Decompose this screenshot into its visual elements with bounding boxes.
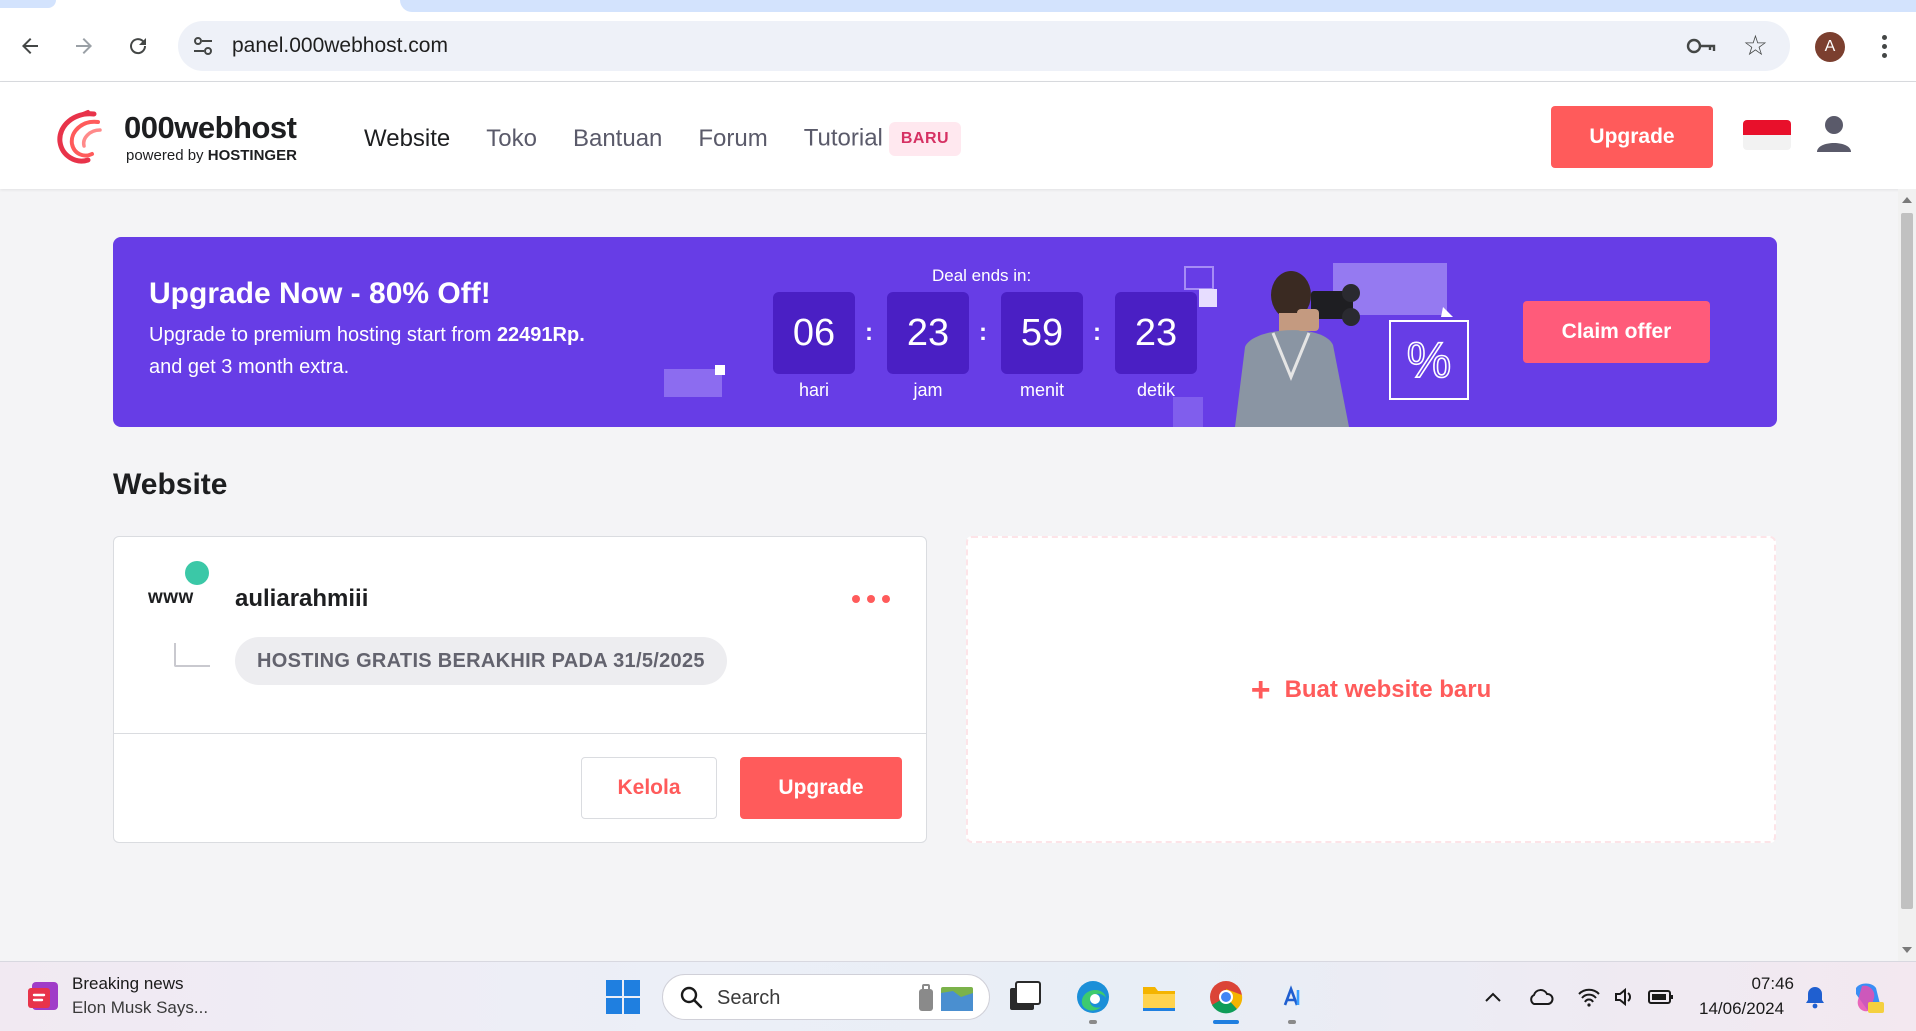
scroll-thumb[interactable] bbox=[1901, 213, 1913, 909]
www-icon: www bbox=[148, 587, 194, 608]
banner-description: Upgrade to premium hosting start from 22… bbox=[149, 324, 585, 378]
taskbar-search[interactable]: Search bbox=[662, 974, 990, 1020]
edge-running-indicator bbox=[1089, 1020, 1097, 1024]
countdown-minutes: 59 bbox=[1001, 292, 1083, 374]
active-tab-edge bbox=[0, 0, 56, 8]
search-icon bbox=[680, 986, 703, 1009]
decorative-square bbox=[664, 369, 722, 397]
chrome-active-indicator bbox=[1213, 1020, 1239, 1024]
countdown-days-label: hari bbox=[798, 380, 829, 400]
ai-app-running-indicator bbox=[1288, 1020, 1296, 1024]
more-options-icon[interactable] bbox=[852, 595, 890, 603]
password-key-icon[interactable] bbox=[1686, 33, 1716, 59]
windows-start-icon[interactable] bbox=[606, 980, 640, 1014]
show-hidden-icons-chevron-icon[interactable] bbox=[1480, 984, 1506, 1010]
nav-tutorial[interactable]: Tutorial BARU bbox=[804, 122, 962, 156]
hosting-status-badge: HOSTING GRATIS BERAKHIR PADA 31/5/2025 bbox=[235, 637, 727, 685]
countdown-hours: 23 bbox=[887, 292, 969, 374]
clock-date[interactable]: 14/06/2024 bbox=[1699, 999, 1784, 1019]
search-highlight-icon bbox=[919, 984, 973, 1011]
plus-icon: + bbox=[1250, 670, 1271, 709]
notification-bell-icon[interactable] bbox=[1802, 984, 1828, 1010]
promo-banner: Upgrade Now - 80% Off! Upgrade to premiu… bbox=[113, 237, 1777, 427]
countdown-hours-label: jam bbox=[913, 380, 943, 400]
task-view-icon[interactable] bbox=[1006, 978, 1044, 1016]
reload-icon[interactable] bbox=[122, 30, 154, 62]
percent-glyph: % bbox=[1407, 332, 1451, 388]
edge-browser-icon[interactable] bbox=[1074, 978, 1112, 1016]
card-divider bbox=[114, 733, 926, 734]
countdown-days: 06 bbox=[773, 292, 855, 374]
scroll-up-arrow-icon[interactable] bbox=[1902, 197, 1912, 203]
manage-button[interactable]: Kelola bbox=[581, 757, 717, 819]
battery-icon[interactable] bbox=[1648, 984, 1674, 1010]
banner-title: Upgrade Now - 80% Off! bbox=[149, 277, 491, 310]
decorative-dot bbox=[715, 365, 725, 375]
page-scrollbar[interactable] bbox=[1898, 189, 1916, 961]
nav-tutorial-label[interactable]: Tutorial bbox=[804, 124, 883, 151]
user-account-icon[interactable] bbox=[1815, 114, 1853, 154]
countdown-separator: : bbox=[865, 319, 873, 346]
address-bar[interactable]: panel.000webhost.com ☆ bbox=[178, 21, 1790, 71]
scroll-down-arrow-icon[interactable] bbox=[1902, 947, 1912, 953]
main-nav: Website Toko Bantuan Forum Tutorial BARU bbox=[364, 122, 962, 156]
nav-toko[interactable]: Toko bbox=[486, 125, 537, 153]
url-text[interactable]: panel.000webhost.com bbox=[232, 34, 448, 58]
claim-offer-button[interactable]: Claim offer bbox=[1523, 301, 1710, 363]
countdown-separator: : bbox=[1093, 319, 1101, 346]
site-info-icon[interactable] bbox=[192, 35, 214, 57]
wifi-icon[interactable] bbox=[1576, 984, 1602, 1010]
volume-icon[interactable] bbox=[1612, 984, 1638, 1010]
onedrive-cloud-icon[interactable] bbox=[1528, 984, 1554, 1010]
back-icon[interactable] bbox=[14, 30, 46, 62]
website-card: www auliarahmiii HOSTING GRATIS BERAKHIR… bbox=[113, 536, 927, 843]
deal-ends-label: Deal ends in: bbox=[932, 266, 1032, 285]
logo-subtitle: powered by HOSTINGER bbox=[126, 147, 297, 164]
site-header: 000webhost powered by HOSTINGER Website … bbox=[0, 82, 1916, 189]
tab-strip bbox=[400, 0, 1916, 12]
chrome-icon[interactable] bbox=[1207, 978, 1245, 1016]
browser-toolbar: panel.000webhost.com ☆ A bbox=[0, 0, 1916, 82]
indonesia-flag-icon[interactable] bbox=[1743, 120, 1791, 150]
nav-forum[interactable]: Forum bbox=[698, 125, 767, 153]
news-widget-icon[interactable] bbox=[26, 978, 62, 1014]
copilot-icon[interactable] bbox=[1850, 980, 1886, 1016]
create-website-label[interactable]: Buat website baru bbox=[1285, 676, 1492, 704]
bookmark-star-icon[interactable]: ☆ bbox=[1743, 29, 1768, 62]
news-subtitle[interactable]: Elon Musk Says... bbox=[72, 998, 208, 1018]
nav-bantuan[interactable]: Bantuan bbox=[573, 125, 662, 153]
status-online-indicator bbox=[185, 561, 209, 585]
create-website-card[interactable]: + Buat website baru bbox=[966, 536, 1776, 843]
logo[interactable]: 000webhost powered by HOSTINGER bbox=[54, 108, 314, 168]
header-upgrade-button[interactable]: Upgrade bbox=[1551, 106, 1713, 168]
news-headline[interactable]: Breaking news bbox=[72, 974, 184, 994]
countdown-minutes-label: menit bbox=[1019, 380, 1064, 400]
profile-avatar[interactable]: A bbox=[1815, 32, 1845, 62]
tree-connector bbox=[174, 643, 210, 667]
section-title: Website bbox=[113, 468, 228, 501]
file-explorer-icon[interactable] bbox=[1140, 978, 1178, 1016]
logo-mark-icon bbox=[57, 110, 102, 164]
forward-icon[interactable] bbox=[68, 30, 100, 62]
website-name[interactable]: auliarahmiii bbox=[235, 585, 368, 613]
new-badge: BARU bbox=[888, 122, 962, 156]
nav-website[interactable]: Website bbox=[364, 125, 450, 153]
ai-app-icon[interactable] bbox=[1273, 978, 1311, 1016]
logo-name: 000webhost bbox=[124, 110, 297, 145]
countdown-separator: : bbox=[979, 319, 987, 346]
more-menu-icon[interactable] bbox=[1874, 28, 1894, 64]
clock-time[interactable]: 07:46 bbox=[1748, 974, 1794, 994]
search-placeholder[interactable]: Search bbox=[717, 987, 780, 1010]
windows-taskbar: Breaking news Elon Musk Says... Search 0… bbox=[0, 961, 1916, 1031]
website-upgrade-button[interactable]: Upgrade bbox=[740, 757, 902, 819]
